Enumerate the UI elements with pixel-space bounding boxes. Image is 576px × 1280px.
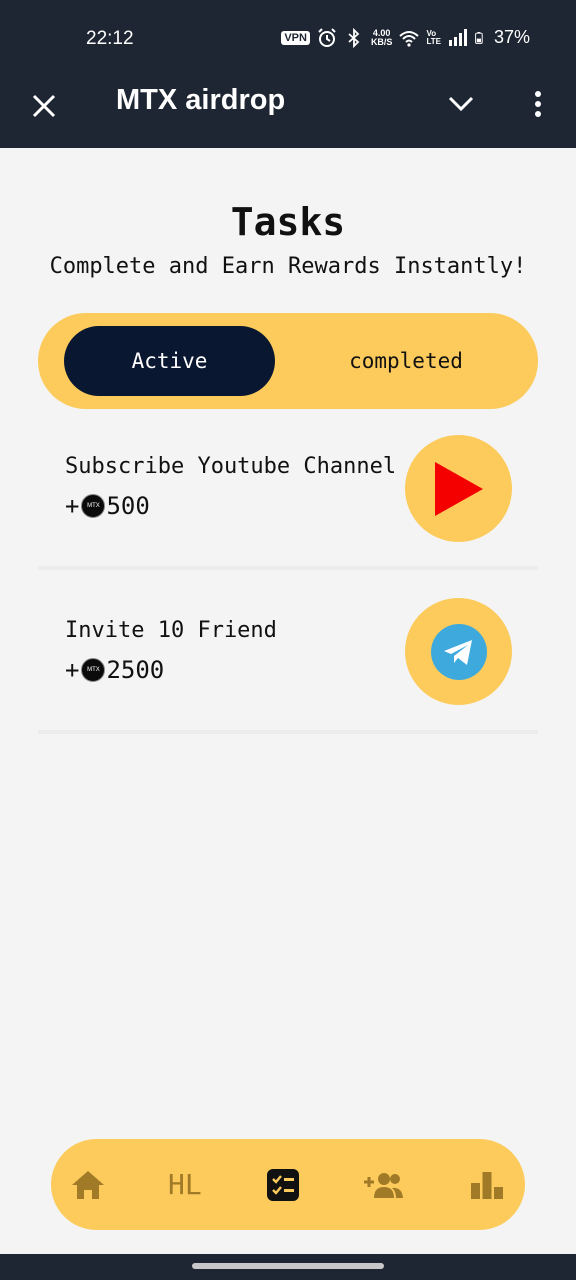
bluetooth-icon xyxy=(348,27,360,48)
task-item: Subscribe Youtube Channel + MTX 500 xyxy=(38,434,538,566)
page-subtitle: Complete and Earn Rewards Instantly! xyxy=(49,254,527,279)
reward-plus: + xyxy=(65,492,80,520)
page-title: Tasks xyxy=(230,200,346,244)
youtube-task-button[interactable] xyxy=(405,435,512,542)
bottom-nav: HL xyxy=(51,1139,525,1230)
battery-icon xyxy=(475,31,483,44)
divider xyxy=(38,730,538,734)
task-reward: + MTX 500 xyxy=(65,492,150,520)
network-speed: 4.00 KB/S xyxy=(370,27,393,47)
wifi-icon xyxy=(399,30,420,47)
tab-active[interactable]: Active xyxy=(64,326,275,396)
reward-amount: 500 xyxy=(106,492,150,520)
task-tabs: Active completed xyxy=(38,313,538,409)
telegram-task-button[interactable] xyxy=(405,598,512,705)
volte-indicator: Vo LTE xyxy=(426,28,441,46)
signal-icon xyxy=(448,28,467,46)
task-title: Invite 10 Friend xyxy=(65,618,277,643)
status-bar: 22:12 VPN 4.00 KB/S Vo LTE 37% xyxy=(0,0,576,78)
battery-percent: 37% xyxy=(493,27,530,47)
task-item: Invite 10 Friend + MTX 2500 xyxy=(38,598,538,730)
tasks-checklist-icon xyxy=(267,1169,299,1201)
mtx-coin-icon: MTX xyxy=(81,494,106,518)
more-options-button[interactable] xyxy=(520,86,556,122)
tab-completed[interactable]: completed xyxy=(300,326,512,396)
reward-amount: 2500 xyxy=(106,656,165,684)
close-icon xyxy=(32,94,56,118)
hl-logo-icon: HL xyxy=(168,1168,202,1201)
nav-friends[interactable] xyxy=(361,1163,405,1207)
nav-leaderboard[interactable] xyxy=(465,1163,509,1207)
app-title: MTX airdrop xyxy=(116,84,286,116)
chevron-down-icon xyxy=(448,96,474,112)
telegram-icon xyxy=(430,623,487,680)
youtube-play-icon xyxy=(434,461,483,516)
home-icon xyxy=(72,1171,104,1199)
nav-home[interactable] xyxy=(66,1163,110,1207)
vpn-badge: VPN xyxy=(281,30,310,45)
leaderboard-icon xyxy=(471,1172,503,1199)
status-icons: VPN 4.00 KB/S Vo LTE 37% xyxy=(281,27,530,48)
nav-tasks[interactable] xyxy=(261,1163,305,1207)
mtx-coin-icon: MTX xyxy=(81,658,106,682)
nav-hl[interactable]: HL xyxy=(163,1163,207,1207)
alarm-icon xyxy=(318,27,336,47)
divider xyxy=(38,566,538,570)
home-gesture-handle[interactable] xyxy=(192,1263,384,1269)
status-time: 22:12 xyxy=(86,28,134,49)
system-nav-bar xyxy=(0,1254,576,1280)
svg-text:HL: HL xyxy=(168,1168,202,1201)
collapse-button[interactable] xyxy=(442,86,480,122)
add-friends-icon xyxy=(364,1173,403,1198)
reward-plus: + xyxy=(65,656,80,684)
more-vert-icon xyxy=(535,91,541,117)
task-title: Subscribe Youtube Channel xyxy=(65,454,397,479)
app-bar: MTX airdrop xyxy=(0,78,576,148)
task-reward: + MTX 2500 xyxy=(65,656,164,684)
close-button[interactable] xyxy=(26,88,62,124)
